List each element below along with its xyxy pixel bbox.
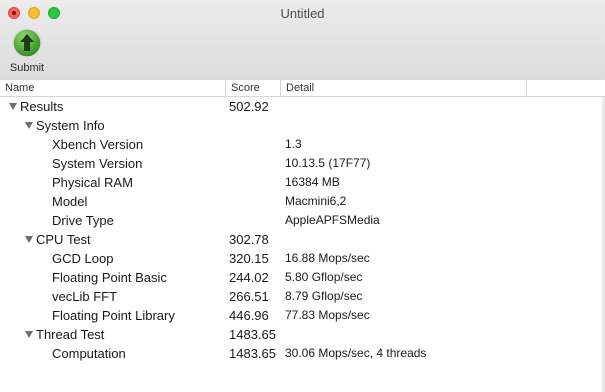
row-score: 446.96 bbox=[229, 308, 269, 323]
table-row[interactable]: Results 502.92 bbox=[0, 97, 605, 116]
row-name: CPU Test bbox=[36, 232, 91, 247]
title-bar: Untitled Submit bbox=[0, 0, 605, 81]
row-detail: 1.3 bbox=[285, 137, 302, 151]
row-name: Thread Test bbox=[36, 327, 105, 342]
column-header-score[interactable]: Score bbox=[225, 80, 280, 96]
table-row[interactable]: Thread Test 1483.65 bbox=[0, 325, 605, 344]
row-name: System Info bbox=[36, 118, 105, 133]
row-score: 1483.65 bbox=[229, 346, 276, 361]
table-row[interactable]: Floating Point Library 446.96 77.83 Mops/s… bbox=[0, 306, 605, 325]
table-row[interactable]: GCD Loop 320.15 16.88 Mops/sec bbox=[0, 249, 605, 268]
column-header-empty[interactable] bbox=[526, 80, 605, 96]
row-name: Computation bbox=[52, 346, 126, 361]
table-row[interactable]: Computation 1483.65 30.06 Mops/sec, 4 thre… bbox=[0, 344, 605, 363]
table-row[interactable]: Drive Type AppleAPFSMedia bbox=[0, 211, 605, 230]
row-detail: AppleAPFSMedia bbox=[285, 213, 380, 227]
row-detail: 77.83 Mops/sec bbox=[285, 308, 370, 322]
submit-label: Submit bbox=[9, 62, 45, 74]
row-score: 1483.65 bbox=[229, 327, 276, 342]
row-name: GCD Loop bbox=[52, 251, 114, 266]
up-arrow-circle-icon bbox=[12, 28, 42, 58]
table-row[interactable]: CPU Test 302.78 bbox=[0, 230, 605, 249]
row-name: Physical RAM bbox=[52, 175, 133, 190]
row-name: Results bbox=[20, 99, 64, 114]
row-name: Xbench Version bbox=[52, 137, 144, 152]
row-score: 502.92 bbox=[229, 99, 269, 114]
row-score: 266.51 bbox=[229, 289, 269, 304]
row-name: Drive Type bbox=[52, 213, 114, 228]
disclosure-triangle-icon[interactable] bbox=[25, 122, 33, 129]
row-score: 320.15 bbox=[229, 251, 269, 266]
disclosure-triangle-icon[interactable] bbox=[25, 331, 33, 338]
row-detail: 16.88 Mops/sec bbox=[285, 251, 370, 265]
table-header: Name Score Detail bbox=[0, 80, 605, 97]
row-name: System Version bbox=[52, 156, 143, 171]
row-name: Model bbox=[52, 194, 88, 209]
table-row[interactable]: System Info bbox=[0, 116, 605, 135]
row-detail: Macmini6,2 bbox=[285, 194, 347, 208]
row-score: 302.78 bbox=[229, 232, 269, 247]
row-name: Floating Point Library bbox=[52, 308, 175, 323]
column-header-name[interactable]: Name bbox=[0, 80, 225, 96]
row-detail: 10.13.5 (17F77) bbox=[285, 156, 371, 170]
row-name: vecLib FFT bbox=[52, 289, 118, 304]
submit-button[interactable]: Submit bbox=[6, 28, 48, 76]
column-header-detail[interactable]: Detail bbox=[280, 80, 526, 96]
table-row[interactable]: Xbench Version 1.3 bbox=[0, 135, 605, 154]
row-score: 244.02 bbox=[229, 270, 269, 285]
row-detail: 5.80 Gflop/sec bbox=[285, 270, 363, 284]
table-row[interactable]: Physical RAM 16384 MB bbox=[0, 173, 605, 192]
table-row[interactable]: Model Macmini6,2 bbox=[0, 192, 605, 211]
app-window: Untitled Submit Name Score Detail Result… bbox=[0, 0, 605, 392]
table-row[interactable]: System Version 10.13.5 (17F77) bbox=[0, 154, 605, 173]
table-row[interactable]: vecLib FFT 266.51 8.79 Gflop/sec bbox=[0, 287, 605, 306]
row-detail: 30.06 Mops/sec, 4 threads bbox=[285, 346, 427, 360]
row-name: Floating Point Basic bbox=[52, 270, 167, 285]
disclosure-triangle-icon[interactable] bbox=[25, 236, 33, 243]
table-row[interactable]: Floating Point Basic 244.02 5.80 Gflop/sec bbox=[0, 268, 605, 287]
row-detail: 16384 MB bbox=[285, 175, 340, 189]
window-title: Untitled bbox=[280, 6, 325, 21]
row-detail: 8.79 Gflop/sec bbox=[285, 289, 363, 303]
disclosure-triangle-icon[interactable] bbox=[9, 103, 17, 110]
